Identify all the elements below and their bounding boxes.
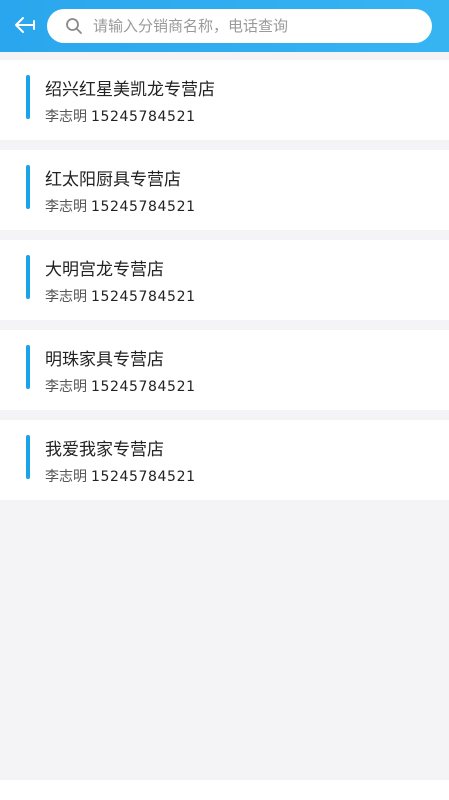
search-icon: [66, 18, 82, 34]
store-name: 我爱我家专营店: [45, 440, 164, 460]
list-item[interactable]: 绍兴红星美凯龙专营店 李志明 15245784521: [0, 60, 449, 140]
contact-line: 李志明 15245784521: [45, 466, 196, 486]
store-name: 明珠家具专营店: [45, 350, 164, 370]
phone-number: 15245784521: [91, 199, 196, 215]
contact-line: 李志明 15245784521: [45, 196, 196, 216]
contact-name: 李志明: [45, 109, 87, 125]
back-arrow-icon: [15, 17, 35, 33]
phone-number: 15245784521: [91, 469, 196, 485]
contact-line: 李志明 15245784521: [45, 286, 196, 306]
search-input[interactable]: [93, 11, 393, 41]
phone-number: 15245784521: [91, 289, 196, 305]
distributor-list: 绍兴红星美凯龙专营店 李志明 15245784521 红太阳厨具专营店 李志明 15…: [0, 60, 449, 510]
accent-bar: [26, 165, 30, 209]
back-button[interactable]: [10, 10, 40, 40]
contact-name: 李志明: [45, 379, 87, 395]
list-item[interactable]: 明珠家具专营店 李志明 15245784521: [0, 330, 449, 410]
contact-line: 李志明 15245784521: [45, 106, 196, 126]
contact-name: 李志明: [45, 289, 87, 305]
store-name: 绍兴红星美凯龙专营店: [45, 80, 215, 100]
list-item[interactable]: 大明宫龙专营店 李志明 15245784521: [0, 240, 449, 320]
store-name: 红太阳厨具专营店: [45, 170, 181, 190]
accent-bar: [26, 345, 30, 389]
store-name: 大明宫龙专营店: [45, 260, 164, 280]
top-bar: [0, 0, 449, 52]
search-box[interactable]: [47, 9, 432, 43]
accent-bar: [26, 435, 30, 479]
phone-number: 15245784521: [91, 109, 196, 125]
list-item[interactable]: 红太阳厨具专营店 李志明 15245784521: [0, 150, 449, 230]
phone-number: 15245784521: [91, 379, 196, 395]
contact-name: 李志明: [45, 469, 87, 485]
list-item[interactable]: 我爱我家专营店 李志明 15245784521: [0, 420, 449, 500]
contact-name: 李志明: [45, 199, 87, 215]
contact-line: 李志明 15245784521: [45, 376, 196, 396]
bottom-strip: [0, 780, 449, 800]
accent-bar: [26, 255, 30, 299]
accent-bar: [26, 75, 30, 119]
